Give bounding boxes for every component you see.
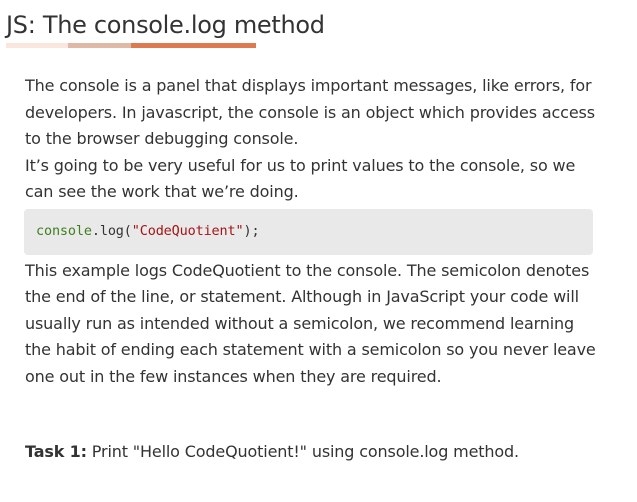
lesson-content: The console is a panel that displays imp… [24,73,600,390]
code-object: console [36,223,92,240]
title-underline-segment-dark [131,43,256,48]
code-string: "CodeQuotient" [131,223,244,240]
lesson-paragraph-usage: It’s going to be very useful for us to p… [25,155,576,202]
code-dot: . [91,223,100,240]
lesson-paragraph-intro: The console is a panel that displays imp… [25,76,595,148]
task-label: Task 1: [25,442,87,461]
code-method: log [99,223,124,240]
code-block: console. log("CodeQuotient"); [24,208,593,255]
title-underline-segment-light [6,43,68,48]
lesson-paragraph-explanation: This example logs CodeQuotient to the co… [25,260,596,386]
title-underline [6,43,256,48]
task-text: Print "Hello CodeQuotient!" using consol… [86,442,519,461]
code-open-paren: ( [123,223,132,240]
title-underline-segment-medium [68,43,131,48]
task-statement: Task 1: Print "Hello CodeQuotient!" usin… [25,439,519,465]
code-close: ); [243,223,260,240]
page-title: JS: The console.log method [6,11,325,39]
